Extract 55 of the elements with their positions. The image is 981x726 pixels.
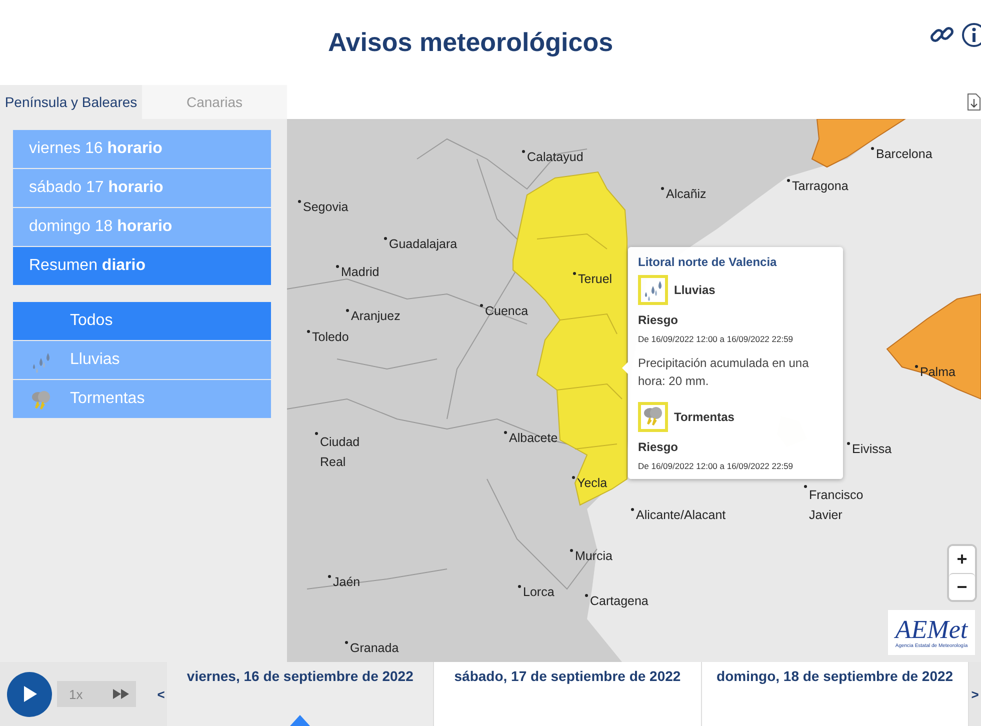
place-label: Alicante/Alacant: [631, 508, 726, 522]
logo-text: AEMet: [895, 616, 968, 642]
place-label: Cartagena: [585, 594, 648, 608]
place-label: Calatayud: [522, 150, 584, 164]
region-tab[interactable]: Península y Baleares: [0, 85, 142, 119]
warning-description: Precipitación acumulada en una hora: 20 mm.: [638, 355, 810, 390]
place-label: Granada: [345, 641, 399, 655]
position-marker-icon: [290, 715, 310, 726]
place-label: Tarragona: [787, 179, 848, 193]
place-label: Teruel: [573, 272, 612, 286]
place-label: Cuenca: [480, 304, 528, 318]
play-icon[interactable]: [22, 685, 38, 703]
info-icon[interactable]: [961, 22, 981, 48]
place-label: Yecla: [572, 476, 608, 490]
phenomenon-item[interactable]: Lluvias: [13, 341, 271, 379]
place-label: Albacete: [504, 431, 558, 445]
place-label: Toledo: [307, 330, 349, 344]
place-label: Francisco Javier: [804, 485, 871, 525]
place-label: Alcañiz: [661, 187, 706, 201]
play-button[interactable]: [7, 672, 52, 716]
day-menu-item[interactable]: domingo 18 horario: [13, 208, 271, 246]
place-label: Lorca: [518, 585, 554, 599]
place-label: Guadalajara: [384, 237, 458, 251]
place-label: Jaén: [328, 575, 360, 589]
region-tab[interactable]: Canarias: [142, 85, 287, 119]
phenomenon-item[interactable]: Tormentas: [13, 380, 271, 418]
day-menu-item[interactable]: viernes 16 horario: [13, 130, 271, 168]
place-label: Aranjuez: [346, 309, 400, 323]
zoom-out-button[interactable]: −: [949, 573, 975, 600]
place-label: Eivissa: [847, 442, 892, 456]
risk-label: Riesgo: [638, 313, 680, 327]
place-label: Barcelona: [871, 147, 932, 161]
place-label: Madrid: [336, 265, 380, 279]
day-menu-item[interactable]: sábado 17 horario: [13, 169, 271, 207]
storm-cloud-icon: [638, 402, 668, 432]
page-title: Avisos meteorológicos: [328, 27, 614, 58]
place-label: Segovia: [298, 200, 348, 214]
warning-period: De 16/09/2022 12:00 a 16/09/2022 22:59: [638, 334, 794, 344]
popup-title: Litoral norte de Valencia: [638, 255, 778, 269]
warning-name: Tormentas: [674, 410, 734, 424]
day-tab[interactable]: viernes, 16 de septiembre de 2022: [167, 662, 434, 726]
place-label: Murcia: [570, 549, 613, 563]
warning-name: Lluvias: [674, 283, 716, 297]
place-label: Palma: [915, 365, 956, 379]
download-icon[interactable]: [967, 93, 981, 111]
phenomenon-item[interactable]: Todos: [13, 302, 271, 340]
day-menu-item[interactable]: Resumen diario: [13, 247, 271, 285]
fast-forward-icon[interactable]: [112, 688, 130, 700]
place-label: Ciudad Real: [315, 432, 382, 472]
risk-label: Riesgo: [638, 440, 680, 454]
raindrops-icon: [638, 275, 668, 305]
speed-control[interactable]: 1x: [57, 681, 136, 707]
speed-label: 1x: [69, 686, 83, 702]
storm-cloud-icon: [29, 389, 53, 409]
warning-period: De 16/09/2022 12:00 a 16/09/2022 22:59: [638, 461, 794, 471]
